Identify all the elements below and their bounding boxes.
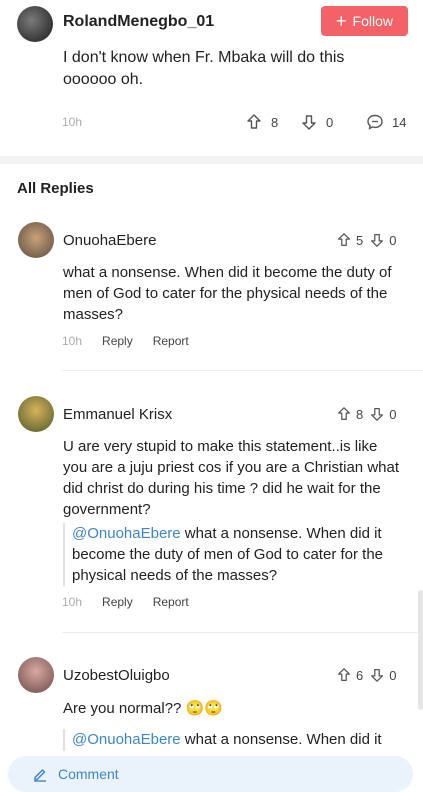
follow-button[interactable]: + Follow <box>321 6 408 36</box>
post-comment-count: 14 <box>392 114 407 130</box>
follow-label: Follow <box>352 13 393 29</box>
reply-username[interactable]: OnuohaEbere <box>63 232 156 249</box>
reply-vote-controls: 6 0 <box>336 667 402 683</box>
reply-upvote-count: 6 <box>356 667 364 683</box>
arrow-up-icon[interactable] <box>336 232 352 248</box>
arrow-up-icon <box>247 114 261 129</box>
report-button[interactable]: Report <box>153 595 189 609</box>
all-replies-heading: All Replies <box>17 180 94 197</box>
reply-username[interactable]: UzobestOluigbo <box>63 667 170 684</box>
post-content: I don't know when Fr. Mbaka will do this… <box>63 49 345 88</box>
arrow-down-icon[interactable] <box>369 406 385 422</box>
avatar[interactable] <box>18 396 54 432</box>
reply-upvote-count: 5 <box>356 232 364 248</box>
post-upvote-count: 8 <box>271 114 279 130</box>
reply-text: Are you normal?? 🙄🙄 <box>63 700 223 717</box>
quote-mention[interactable]: @OnuohaEbere <box>72 525 181 542</box>
comment-label: Comment <box>58 766 119 782</box>
reply-button[interactable]: Reply <box>102 595 133 609</box>
arrow-down-icon[interactable] <box>369 667 385 683</box>
arrow-down-icon[interactable] <box>369 232 385 248</box>
reply-downvote-count: 0 <box>389 667 397 683</box>
original-post: RolandMenegbo_01 + Follow I don't know w… <box>0 0 423 156</box>
reply-meta: 10h Reply Report <box>62 595 189 609</box>
reply-vote-controls: 5 0 <box>336 232 402 248</box>
post-comments-button[interactable]: 14 <box>366 113 406 131</box>
reply-text: U are very stupid to make this statement… <box>63 438 399 518</box>
reply-username[interactable]: Emmanuel Krisx <box>63 406 172 423</box>
section-divider <box>0 156 423 164</box>
quote-text: what a nonsense. When did it <box>180 731 382 748</box>
reply-text: what a nonsense. When did it become the … <box>63 264 392 323</box>
arrow-up-icon[interactable] <box>336 406 352 422</box>
comment-button[interactable]: Comment <box>8 756 413 792</box>
post-downvote-button[interactable]: 0 <box>300 113 333 131</box>
arrow-up-icon[interactable] <box>336 667 352 683</box>
avatar[interactable] <box>17 6 53 42</box>
post-time: 10h <box>62 115 83 129</box>
reply-meta: 10h Reply Report <box>62 334 189 348</box>
reply-time: 10h <box>62 334 83 348</box>
quoted-reply: @OnuohaEbere what a nonsense. When did i… <box>63 523 403 586</box>
reply-downvote-count: 0 <box>389 406 397 422</box>
post-downvote-count: 0 <box>326 114 334 130</box>
post-username[interactable]: RolandMenegbo_01 <box>63 13 214 31</box>
quoted-reply: @OnuohaEbere what a nonsense. When did i… <box>63 729 403 751</box>
comment-bubble-icon <box>367 114 383 130</box>
avatar[interactable] <box>18 222 54 258</box>
reply-upvote-count: 8 <box>356 406 364 422</box>
reply-vote-controls: 8 0 <box>336 406 402 422</box>
divider <box>62 632 423 633</box>
reply-downvote-count: 0 <box>389 232 397 248</box>
post-upvote-button[interactable]: 8 <box>245 113 278 131</box>
avatar[interactable] <box>18 657 54 693</box>
divider <box>62 370 423 371</box>
reply-time: 10h <box>62 595 83 609</box>
quote-mention[interactable]: @OnuohaEbere <box>72 731 181 748</box>
report-button[interactable]: Report <box>153 334 189 348</box>
pencil-icon <box>34 769 46 782</box>
reply-button[interactable]: Reply <box>102 334 133 348</box>
plus-icon: + <box>336 11 347 31</box>
scrollbar[interactable] <box>418 590 423 710</box>
arrow-down-icon <box>302 115 316 130</box>
